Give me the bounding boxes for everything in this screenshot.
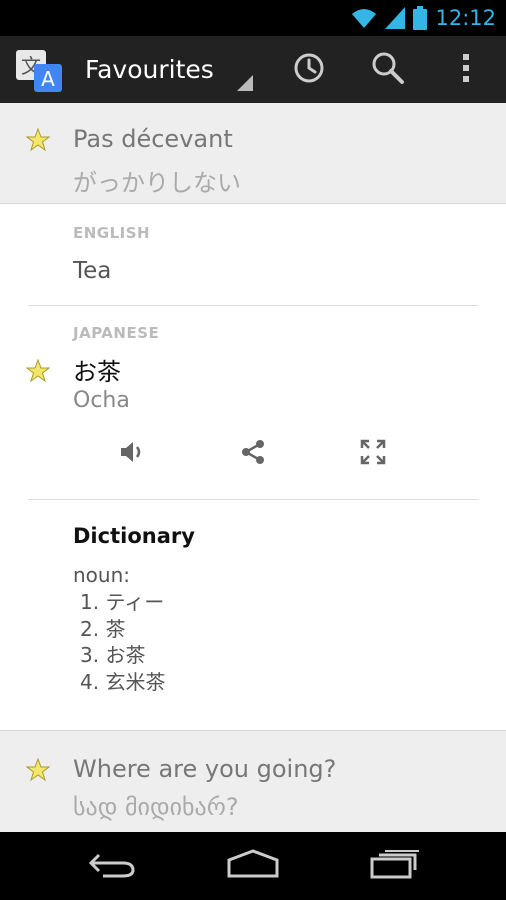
list-item[interactable]: Pas décevant がっかりしない: [0, 103, 506, 204]
dictionary-part-of-speech: noun:: [73, 563, 131, 587]
fullscreen-button[interactable]: [351, 432, 395, 476]
overflow-menu-button[interactable]: [436, 36, 496, 103]
romanization-text: Ocha: [73, 388, 130, 413]
speaker-icon: [119, 439, 147, 469]
dictionary-entry: 1. ティー: [80, 590, 165, 614]
dictionary-entries: 1. ティー 2. 茶 3. お茶 4. 玄米茶: [80, 589, 165, 695]
clock-icon: [293, 52, 325, 88]
star-icon[interactable]: [25, 358, 51, 387]
search-icon: [371, 51, 405, 89]
source-text: Pas décevant: [73, 125, 233, 153]
expanded-translation-card: ENGLISH Tea JAPANESE お茶 Ocha Dictionary …: [0, 204, 506, 730]
favourites-list[interactable]: Pas décevant がっかりしない ENGLISH Tea JAPANES…: [0, 103, 506, 832]
share-button[interactable]: [231, 432, 275, 476]
translation-text: სად მიდიხარ?: [73, 793, 239, 821]
dictionary-entry: 4. 玄米茶: [80, 669, 166, 694]
dictionary-title: Dictionary: [73, 524, 195, 548]
recent-apps-button[interactable]: [345, 832, 445, 900]
target-word: お茶: [73, 358, 121, 386]
source-language-label: ENGLISH: [73, 224, 151, 242]
action-bar: 文 A Favourites: [0, 36, 506, 103]
star-icon[interactable]: [25, 757, 51, 786]
target-language-label: JAPANESE: [73, 324, 160, 342]
translate-app-icon[interactable]: 文 A: [14, 46, 64, 94]
recent-apps-icon: [369, 848, 421, 884]
status-clock: 12:12: [435, 6, 496, 30]
wifi-icon: [351, 7, 377, 29]
list-item[interactable]: Where are you going? სად მიდიხარ?: [0, 730, 506, 832]
share-icon: [240, 439, 266, 469]
spinner-corner-icon: [237, 75, 253, 95]
navigation-bar: [0, 832, 506, 900]
svg-text:A: A: [41, 67, 55, 91]
battery-icon: [413, 6, 428, 30]
more-vert-icon: [461, 52, 471, 88]
history-button[interactable]: [279, 36, 339, 103]
action-bar-title: Favourites: [85, 55, 214, 84]
home-button[interactable]: [203, 832, 303, 900]
translation-text: がっかりしない: [73, 169, 241, 197]
divider: [28, 499, 478, 500]
star-icon[interactable]: [25, 127, 51, 156]
divider: [28, 305, 478, 306]
dictionary-entry: 2. 茶: [80, 616, 126, 641]
dictionary-entry: 3. お茶: [80, 643, 146, 667]
back-button[interactable]: [62, 832, 162, 900]
listen-button[interactable]: [111, 432, 155, 476]
search-button[interactable]: [358, 36, 418, 103]
fullscreen-icon: [360, 439, 386, 469]
status-bar: 12:12: [0, 0, 506, 36]
signal-icon: [385, 7, 406, 29]
source-word: Tea: [73, 258, 112, 284]
back-icon: [87, 849, 137, 883]
source-text: Where are you going?: [73, 755, 337, 783]
favourites-spinner[interactable]: Favourites: [85, 36, 255, 103]
home-icon: [225, 848, 281, 884]
